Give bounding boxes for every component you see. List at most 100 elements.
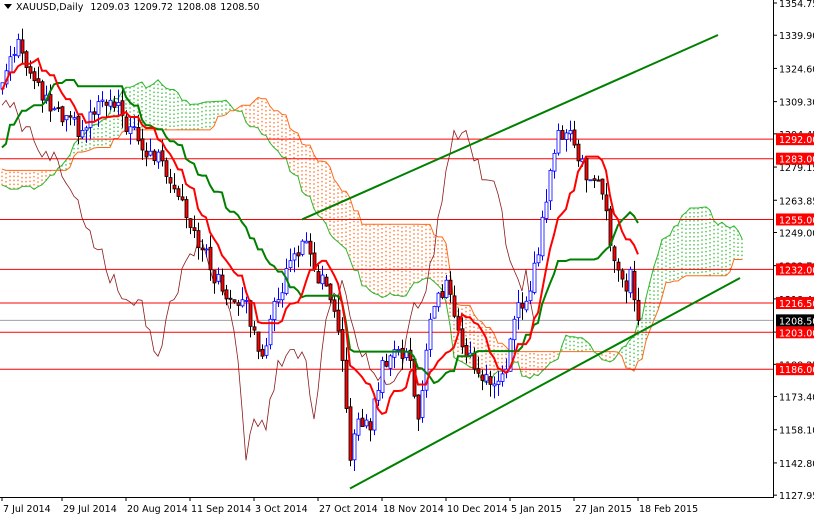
candle-body	[28, 66, 33, 74]
candle-body	[232, 299, 237, 303]
candle-body	[156, 151, 161, 163]
level-price-tag: 1255.00	[779, 215, 814, 226]
candle-body	[516, 302, 521, 319]
candle-body	[236, 302, 241, 306]
candle-body	[88, 111, 93, 128]
candle-body	[476, 368, 481, 374]
x-tick-label: 20 Aug 2014	[127, 504, 188, 515]
candle-body	[340, 329, 345, 361]
candle-body	[56, 107, 61, 109]
candle-body	[224, 289, 229, 300]
y-tick-label: 1127.95	[779, 491, 814, 502]
lower-support-trendline	[349, 277, 741, 490]
candle-body	[332, 299, 337, 312]
candle-body	[612, 246, 617, 262]
candle-body	[200, 247, 205, 251]
symbol-label: XAUUSD,Daily	[16, 2, 84, 13]
candle-body	[496, 380, 501, 385]
candle-body	[256, 331, 261, 352]
candle-body	[572, 129, 577, 146]
candle-body	[576, 143, 581, 162]
candle-body	[32, 71, 37, 82]
candle-body	[440, 291, 445, 298]
upper-resistance-trendline	[301, 34, 719, 221]
candle-body	[368, 421, 373, 431]
candle-body	[400, 347, 405, 359]
y-tick-label: 1173.40	[779, 393, 814, 404]
candle-body	[348, 406, 353, 461]
candle-body	[460, 328, 465, 348]
candle-body	[8, 56, 13, 73]
candle-body	[600, 178, 605, 195]
candle-body	[272, 301, 277, 320]
close-value: 1208.50	[220, 2, 260, 13]
x-tick-label: 3 Oct 2014	[255, 504, 308, 515]
candle-body	[352, 433, 357, 461]
candle-body	[72, 117, 77, 120]
candle-body	[124, 116, 129, 132]
candle-body	[112, 101, 117, 108]
candle-body	[92, 111, 97, 115]
candle-body	[204, 248, 209, 251]
candle-body	[288, 260, 293, 269]
candles	[0, 28, 641, 471]
candle-body	[260, 348, 265, 357]
candle-body	[360, 417, 365, 427]
candle-body	[452, 295, 457, 317]
candle-body	[628, 268, 633, 294]
candle-body	[436, 292, 441, 308]
candle-body	[76, 115, 81, 137]
chart-header: XAUUSD,Daily 1209.03 1209.72 1208.08 1208.5…	[4, 2, 264, 13]
candle-body	[152, 150, 157, 162]
candle-body	[104, 101, 109, 106]
candle-body	[592, 178, 597, 181]
level-price-tag: 1216.50	[779, 299, 814, 310]
candle-body	[552, 152, 557, 172]
candle-body	[324, 276, 329, 287]
candle-body	[636, 299, 641, 321]
candle-body	[192, 227, 197, 231]
candle-body	[48, 94, 53, 112]
candle-body	[164, 160, 169, 177]
candle-body	[484, 374, 489, 382]
y-tick-label: 1309.30	[779, 98, 814, 109]
candle-body	[36, 78, 41, 83]
dropdown-triangle-icon[interactable]	[4, 4, 12, 9]
candle-body	[472, 353, 477, 370]
candle-body	[384, 360, 389, 367]
candle-body	[228, 297, 233, 300]
candle-body	[180, 196, 185, 201]
candle-body	[488, 376, 493, 385]
candle-body	[380, 360, 385, 393]
candle-body	[328, 283, 333, 301]
price-axis-bg	[774, 0, 814, 516]
x-tick-label: 7 Jul 2014	[3, 504, 51, 515]
candle-body	[540, 216, 545, 257]
price-chart[interactable]: 1354.751339.901324.601309.301294.451279.…	[0, 0, 814, 516]
candle-body	[16, 38, 21, 57]
candle-body	[464, 345, 469, 358]
candle-body	[420, 390, 425, 418]
candle-body	[480, 374, 485, 381]
candle-body	[24, 51, 29, 68]
candle-body	[300, 240, 305, 255]
y-tick-label: 1158.10	[779, 426, 814, 437]
candle-body	[448, 279, 453, 295]
candle-body	[336, 309, 341, 332]
candle-body	[248, 300, 253, 327]
y-tick-label: 1142.80	[779, 459, 814, 470]
chikou-line	[1, 99, 535, 461]
candle-body	[208, 246, 213, 271]
candle-body	[428, 318, 433, 350]
current-price-tag: 1208.50	[779, 316, 814, 327]
candle-body	[216, 274, 221, 282]
y-tick-label: 1249.00	[779, 228, 814, 239]
candle-body	[244, 300, 249, 302]
candle-body	[188, 218, 193, 228]
candle-body	[520, 302, 525, 309]
x-tick-label: 10 Dec 2014	[447, 504, 508, 515]
candle-body	[492, 383, 497, 387]
candle-body	[12, 53, 17, 56]
candle-body	[588, 179, 593, 182]
candle-body	[356, 418, 361, 436]
